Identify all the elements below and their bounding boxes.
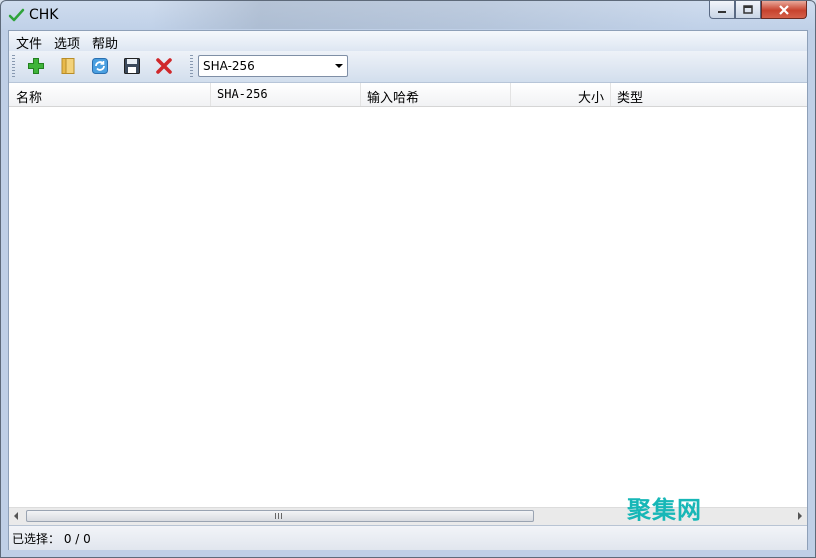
minimize-button[interactable]	[709, 1, 735, 19]
status-text: 已选择： 0 / 0	[12, 532, 91, 546]
scrollbar-thumb[interactable]	[26, 510, 534, 522]
watermark: 聚集网	[627, 496, 702, 524]
minimize-icon	[718, 10, 726, 13]
client-area: 文件 选项 帮助 SHA-256 名称 SHA-256 输入哈希 大小 类型 已…	[8, 30, 808, 550]
column-header-input-hash[interactable]: 输入哈希	[361, 83, 511, 106]
delete-button[interactable]	[153, 55, 175, 77]
open-folder-icon	[61, 58, 75, 74]
maximize-button[interactable]	[735, 1, 761, 19]
status-bar: 已选择： 0 / 0	[9, 525, 807, 550]
column-header-size[interactable]: 大小	[511, 83, 611, 106]
open-button[interactable]	[57, 55, 79, 77]
column-header-label: 输入哈希	[367, 91, 420, 106]
toolbar: SHA-256	[9, 51, 807, 83]
window-title: CHK	[29, 7, 59, 23]
window-controls	[709, 1, 807, 21]
toolbar-grip[interactable]	[190, 55, 193, 79]
algorithm-select-value: SHA-256	[203, 59, 255, 73]
save-button[interactable]	[121, 55, 143, 77]
refresh-icon	[92, 58, 108, 74]
scroll-left-icon[interactable]	[14, 512, 18, 520]
grip-icon	[275, 513, 283, 519]
column-header-label: 类型	[617, 91, 644, 106]
refresh-button[interactable]	[89, 55, 111, 77]
add-icon	[28, 58, 44, 74]
checkmark-icon	[8, 8, 25, 22]
delete-icon	[156, 58, 172, 74]
list-header: 名称 SHA-256 输入哈希 大小 类型	[9, 83, 807, 107]
menu-file[interactable]: 文件	[16, 33, 42, 52]
column-header-hash[interactable]: SHA-256	[211, 83, 361, 106]
toolbar-grip[interactable]	[12, 55, 15, 79]
menu-bar: 文件 选项 帮助	[9, 31, 807, 52]
titlebar: CHK	[1, 1, 815, 30]
app-window: CHK 文件 选项 帮助 SHA-256 名称 SHA-256 输入哈希 大小 …	[0, 0, 816, 558]
scroll-right-icon[interactable]	[798, 512, 802, 520]
close-icon	[779, 4, 789, 15]
chevron-down-icon	[335, 64, 343, 68]
column-header-label: 名称	[16, 91, 43, 106]
column-header-type[interactable]: 类型	[611, 83, 807, 106]
menu-help[interactable]: 帮助	[92, 33, 118, 52]
maximize-icon	[743, 5, 753, 14]
file-list[interactable]	[9, 107, 807, 507]
column-header-name[interactable]: 名称	[9, 83, 211, 106]
column-header-label: 大小	[577, 91, 604, 106]
menu-options[interactable]: 选项	[54, 33, 80, 52]
close-button[interactable]	[761, 1, 807, 19]
column-header-label: SHA-256	[217, 87, 268, 101]
add-button[interactable]	[25, 55, 47, 77]
save-icon	[124, 58, 140, 74]
algorithm-select[interactable]: SHA-256	[198, 55, 348, 77]
